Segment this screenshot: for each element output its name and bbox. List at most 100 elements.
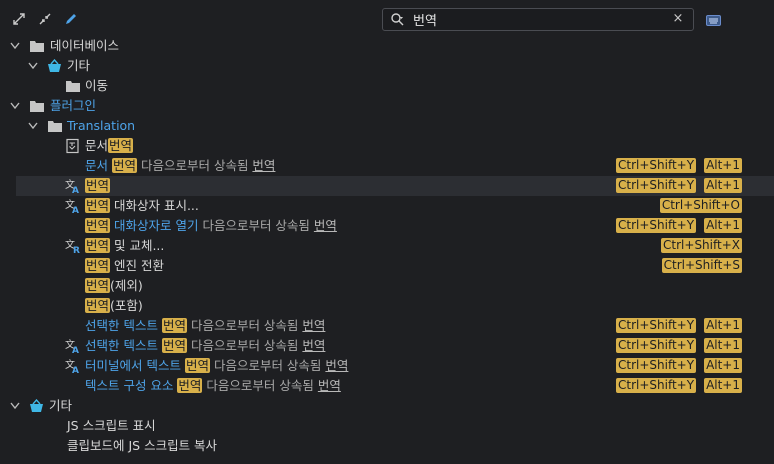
search-match: 번역	[108, 138, 134, 153]
shortcut-badge: Alt+1	[704, 338, 742, 353]
search-match: 번역	[161, 318, 187, 333]
label-part: 선택한 텍스트	[85, 338, 162, 353]
action-row[interactable]: JS 스크립트 표시	[0, 416, 774, 436]
tree-label: 기타	[67, 58, 91, 73]
label-part: 엔진 전환	[110, 258, 164, 273]
action-row[interactable]: 클립보드에 JS 스크립트 복사	[0, 436, 774, 456]
search-match: 번역	[111, 158, 137, 173]
search-match: 번역	[85, 238, 111, 253]
shortcut-list: Ctrl+Shift+O	[652, 196, 742, 216]
tree-node-other-2[interactable]: 기타	[0, 396, 774, 416]
action-row[interactable]: 선택한 텍스트 번역 다음으로부터 상속됨 번역 Ctrl+Shift+Y Alt+…	[0, 316, 774, 336]
shortcut-badge: Alt+1	[704, 318, 742, 333]
chevron-down-icon[interactable]	[9, 96, 21, 116]
label-part: 번역	[302, 338, 326, 353]
search-match: 번역	[85, 198, 111, 213]
shortcut-list: Ctrl+Shift+Y Alt+1	[608, 356, 742, 376]
label-part: 번역	[317, 378, 341, 393]
shortcut-badge: Ctrl+Shift+Y	[615, 178, 697, 193]
search-input[interactable]	[413, 10, 663, 29]
search-match: 번역	[85, 218, 111, 233]
action-row[interactable]: 文 A 선택한 텍스트 번역 다음으로부터 상속됨 번역 Ctrl+Shift+Y Al…	[0, 336, 774, 356]
action-row[interactable]: 번역 엔진 전환 Ctrl+Shift+S	[0, 256, 774, 276]
expand-all-icon[interactable]	[11, 11, 27, 27]
translate-icon: 文A	[65, 358, 79, 374]
action-row[interactable]: 문서번역	[0, 136, 774, 156]
action-label: 클립보드에 JS 스크립트 복사	[67, 438, 218, 453]
search-match: 번역	[85, 298, 111, 313]
translate-icon: 文A	[65, 338, 79, 354]
label-part: 다음으로부터 상속됨	[202, 378, 318, 393]
label-part: 텍스트 구성 요소	[85, 378, 178, 393]
shortcut-badge: Alt+1	[704, 178, 742, 193]
action-row[interactable]: 번역(제외)	[0, 276, 774, 296]
shortcut-badge: Alt+1	[704, 358, 742, 373]
action-row[interactable]: 번역(포함)	[0, 296, 774, 316]
svg-text:A: A	[72, 206, 79, 214]
chevron-down-icon[interactable]	[27, 116, 39, 136]
tree-node-other[interactable]: 기타	[0, 56, 774, 76]
svg-text:A: A	[72, 186, 79, 194]
tree-node-database[interactable]: 데이터베이스	[0, 36, 774, 56]
action-row[interactable]: 文 A 번역 Ctrl+Shift+Y Alt+1	[16, 176, 774, 196]
shortcut-list: Ctrl+Shift+Y Alt+1	[608, 156, 742, 176]
edit-pencil-icon[interactable]	[63, 11, 79, 27]
label-part: 다음으로부터 상속됨	[198, 218, 314, 233]
action-label: 터미널에서 텍스트 번역 다음으로부터 상속됨 번역	[85, 356, 348, 376]
search-box: ×	[382, 8, 694, 31]
keyboard-icon[interactable]	[706, 14, 721, 26]
action-row[interactable]: 번역 대화상자로 열기 다음으로부터 상속됨 번역 Ctrl+Shift+Y Alt…	[0, 216, 774, 236]
shortcut-badge: Ctrl+Shift+Y	[615, 218, 697, 233]
tree-node-plugins[interactable]: 플러그인	[0, 96, 774, 116]
label-part: 번역	[252, 158, 276, 173]
tree-node-translation[interactable]: Translation	[0, 116, 774, 136]
label-part: 선택한 텍스트	[85, 318, 162, 333]
label-part: 대화상자로 열기	[110, 218, 199, 233]
translate-icon: 文A	[65, 178, 79, 194]
action-label: 번역(포함)	[85, 296, 143, 316]
tree-node-move[interactable]: 이동	[0, 76, 774, 96]
tree-label: 데이터베이스	[50, 38, 120, 53]
action-row[interactable]: 文 A 번역 대화상자 표시... Ctrl+Shift+O	[0, 196, 774, 216]
shortcut-list: Ctrl+Shift+Y Alt+1	[608, 336, 742, 356]
search-match: 번역	[85, 278, 111, 293]
translate-replace-icon: 文R	[65, 238, 80, 254]
toolbar: ×	[0, 0, 774, 38]
clear-search-icon[interactable]: ×	[671, 12, 685, 26]
search-match: 번역	[184, 358, 210, 373]
action-label: 번역 엔진 전환	[85, 256, 164, 276]
chevron-down-icon[interactable]	[9, 36, 21, 56]
chevron-down-icon[interactable]	[9, 396, 21, 416]
label-part: 대화상자 표시...	[110, 198, 199, 213]
label-part: 번역	[325, 358, 349, 373]
shortcut-badge: Alt+1	[704, 378, 742, 393]
shortcut-badge: Ctrl+Shift+Y	[615, 158, 697, 173]
shortcut-badge: Ctrl+Shift+O	[659, 198, 742, 213]
shortcut-badge: Ctrl+Shift+Y	[615, 378, 697, 393]
action-label: 문서번역	[85, 136, 134, 156]
label-part: 다음으로부터 상속됨	[209, 358, 326, 373]
folder-icon	[66, 81, 80, 92]
folder-icon	[48, 121, 62, 132]
tree-label: 기타	[49, 398, 73, 413]
svg-text:R: R	[73, 246, 80, 254]
shortcut-badge: Ctrl+Shift+Y	[615, 358, 697, 373]
shortcut-list: Ctrl+Shift+Y Alt+1	[608, 216, 742, 236]
basket-icon	[48, 59, 61, 72]
action-label: 번역(제외)	[85, 276, 143, 296]
action-row[interactable]: 텍스트 구성 요소 번역 다음으로부터 상속됨 번역 Ctrl+Shift+Y Al…	[0, 376, 774, 396]
label-part: (제외)	[110, 278, 143, 293]
label-part: 터미널에서 텍스트	[85, 358, 185, 373]
action-label: 번역 대화상자 표시...	[85, 196, 199, 216]
collapse-all-icon[interactable]	[37, 11, 53, 27]
shortcut-badge: Ctrl+Shift+Y	[615, 318, 697, 333]
shortcut-badge: Alt+1	[704, 218, 742, 233]
action-row[interactable]: 文 A 터미널에서 텍스트 번역 다음으로부터 상속됨 번역 Ctrl+Shift+Y…	[0, 356, 774, 376]
action-row[interactable]: 文 R 번역 및 교체... Ctrl+Shift+X	[0, 236, 774, 256]
action-label: JS 스크립트 표시	[67, 418, 156, 433]
action-row[interactable]: 문서 번역 다음으로부터 상속됨 번역 Ctrl+Shift+Y Alt+1	[0, 156, 774, 176]
shortcut-badge: Ctrl+Shift+Y	[615, 338, 697, 353]
search-match: 번역	[85, 178, 111, 193]
chevron-down-icon[interactable]	[27, 56, 39, 76]
tree-label: 이동	[85, 78, 109, 93]
